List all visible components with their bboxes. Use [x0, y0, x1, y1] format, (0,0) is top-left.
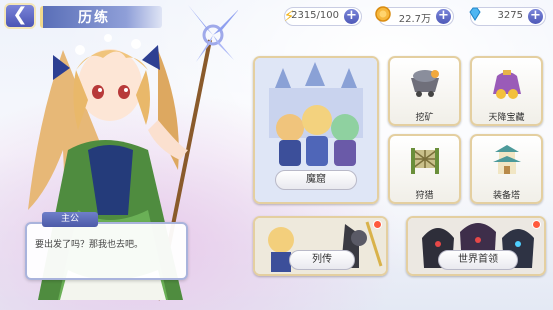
biography-card[interactable]: 列传 — [253, 216, 388, 276]
stamina-counter: ⚡ 2315/100 + — [284, 7, 362, 26]
dialog-text: 要出发了吗？那我也去吧。 — [35, 240, 144, 250]
gold-counter: 22.7万 + — [375, 6, 454, 26]
world-boss-label: 世界首领 — [438, 250, 518, 270]
equip-tower-label: 装备塔 — [492, 191, 520, 201]
diamond-icon — [465, 6, 485, 26]
world-boss-card[interactable]: 世界首领 — [406, 216, 546, 276]
back-arrow-icon: ❮ — [12, 4, 28, 25]
biography-label: 列传 — [289, 250, 355, 270]
dialog-box[interactable]: 要出发了吗？那我也去吧。 — [25, 222, 188, 280]
hunting-card[interactable]: 狩猎 — [388, 134, 461, 204]
diamond-value: 3275 — [497, 10, 523, 21]
gold-value: 22.7万 — [398, 14, 431, 25]
dungeon-label: 魔窟 — [275, 170, 357, 190]
stamina-value: 2315/100 — [291, 10, 339, 21]
add-stamina-button[interactable]: + — [344, 9, 359, 24]
treasure-label: 天降宝藏 — [488, 113, 525, 123]
hunting-net-icon — [405, 142, 445, 178]
treasure-bag-icon — [487, 64, 527, 100]
speaker-nameplate: 主公 — [42, 212, 98, 227]
page-title: 历练 — [78, 10, 110, 26]
notification-dot — [532, 220, 541, 229]
hunting-label: 狩猎 — [415, 191, 434, 201]
notification-dot — [373, 220, 382, 229]
mining-card[interactable]: 挖矿 — [388, 56, 461, 126]
dungeon-card[interactable]: 魔窟 — [253, 56, 379, 204]
pagoda-tower-icon — [487, 142, 527, 178]
diamond-counter: 3275 + — [469, 7, 546, 26]
mining-label: 挖矿 — [415, 113, 434, 123]
equip-tower-card[interactable]: 装备塔 — [470, 134, 543, 204]
top-bar: ❮ 历练 ⚡ 2315/100 + 22.7万 + 3275 + — [0, 0, 553, 34]
treasure-card[interactable]: 天降宝藏 — [470, 56, 543, 126]
add-gold-button[interactable]: + — [436, 9, 451, 24]
gold-coin-icon — [373, 6, 393, 26]
back-button[interactable]: ❮ — [4, 3, 36, 29]
add-diamond-button[interactable]: + — [528, 9, 543, 24]
minecart-icon — [405, 64, 445, 100]
